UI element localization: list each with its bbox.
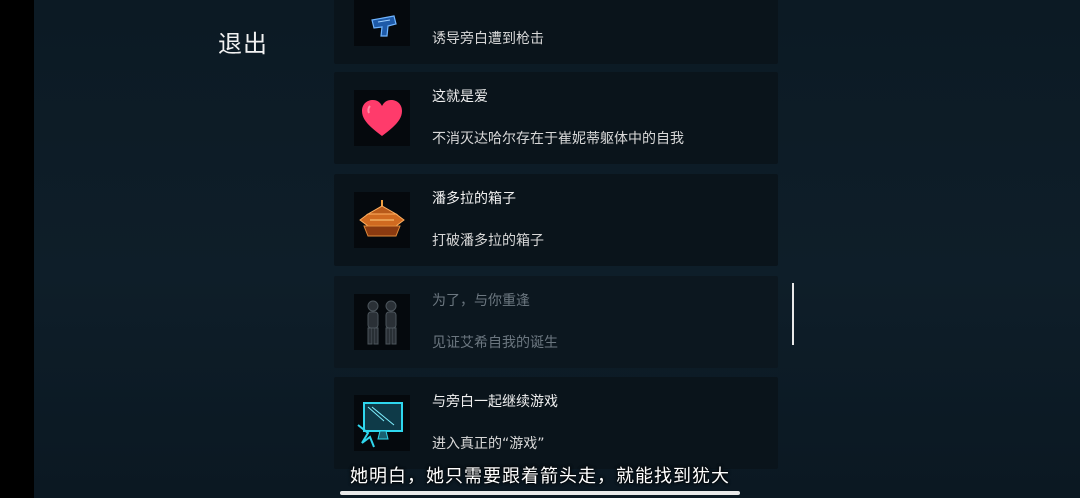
scrollbar[interactable]	[792, 283, 794, 345]
achievement-card-pandora[interactable]: 潘多拉的箱子 打破潘多拉的箱子	[334, 174, 778, 266]
achievement-desc: 见证艾希自我的诞生	[432, 335, 558, 351]
achievement-title: 为了，与你重逢	[432, 293, 530, 309]
achievement-list[interactable]: 诱导旁白遭到枪击 这就是爱 不消灭达哈尔存在于崔妮蒂躯体中的自我 潘多拉的箱子 …	[334, 0, 778, 498]
home-indicator[interactable]	[340, 491, 740, 495]
heart-icon	[354, 90, 410, 146]
achievement-desc: 不消灭达哈尔存在于崔妮蒂躯体中的自我	[432, 131, 684, 147]
achievement-desc: 诱导旁白遭到枪击	[432, 31, 544, 47]
achievement-desc: 进入真正的“游戏”	[432, 436, 545, 452]
achievement-title: 潘多拉的箱子	[432, 191, 516, 207]
achievement-title: 与旁白一起继续游戏	[432, 394, 558, 410]
achievement-card-love[interactable]: 这就是爱 不消灭达哈尔存在于崔妮蒂躯体中的自我	[334, 72, 778, 164]
monitor-icon	[354, 395, 410, 451]
gun-icon	[354, 0, 410, 46]
exit-button[interactable]: 退出	[218, 24, 268, 59]
achievement-card-shot[interactable]: 诱导旁白遭到枪击	[334, 0, 778, 64]
two-figures-icon	[354, 294, 410, 350]
achievement-title: 这就是爱	[432, 89, 488, 105]
achievement-desc: 打破潘多拉的箱子	[432, 233, 544, 249]
achievement-card-continue[interactable]: 与旁白一起继续游戏 进入真正的“游戏”	[334, 377, 778, 469]
game-screen: 退出 诱导旁白遭到枪击 这就是爱 不消灭达哈尔存在于崔妮蒂躯体中的自我 潘多拉的…	[0, 0, 1080, 498]
pandora-box-icon	[354, 192, 410, 248]
achievement-card-reunion[interactable]: 为了，与你重逢 见证艾希自我的诞生	[334, 276, 778, 368]
subtitle-caption: 她明白，她只需要跟着箭头走，就能找到犹大	[350, 466, 730, 487]
